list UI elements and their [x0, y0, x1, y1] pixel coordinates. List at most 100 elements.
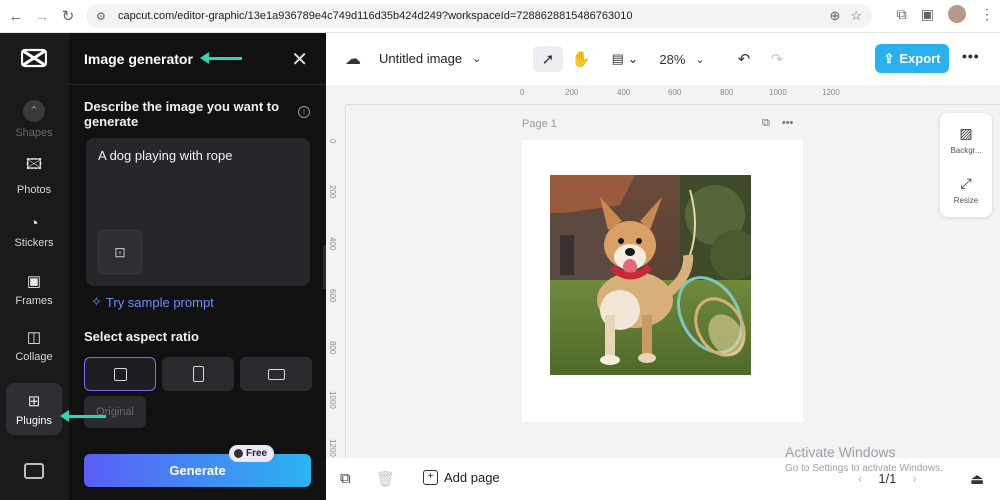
redo-icon[interactable]: ↷: [767, 46, 787, 72]
prompt-text: A dog playing with rope: [98, 148, 233, 163]
info-icon[interactable]: i: [298, 106, 310, 118]
more-options-icon[interactable]: •••: [962, 48, 980, 64]
image-icon: 🖾: [25, 156, 43, 173]
activate-windows-watermark: Activate Windows Go to Settings to activ…: [785, 444, 943, 474]
prompt-textarea[interactable]: A dog playing with rope ⊡: [86, 138, 310, 286]
aspect-ratio-label: Select aspect ratio: [84, 329, 199, 344]
zoom-value: 28%: [659, 51, 686, 67]
rail-item-plugins[interactable]: ⊞ Plugins: [6, 383, 62, 435]
aspect-ratio-square[interactable]: [84, 357, 156, 391]
zoom-icon[interactable]: ⊕: [829, 8, 840, 24]
page-more-icon[interactable]: •••: [782, 117, 794, 130]
chevron-down-icon: ⌄: [695, 53, 705, 66]
image-generator-panel: Image generator ✕ Describe the image you…: [69, 33, 326, 500]
reload-icon[interactable]: ↻: [55, 3, 81, 29]
resize-tool[interactable]: ⤢ Resize: [940, 175, 992, 205]
export-button[interactable]: ⇪ Export: [875, 44, 949, 73]
layout-menu-icon[interactable]: ▤ ⌄: [608, 46, 642, 72]
editor-toolbar: ☁ Untitled image ⌄ ➚ ✋ ▤ ⌄ 28% ⌄ ↶ ↷ ⇪ E…: [326, 33, 1000, 85]
aspect-ratio-portrait[interactable]: [162, 357, 234, 391]
add-image-icon: ⊡: [114, 243, 126, 260]
site-settings-icon[interactable]: ⚙: [96, 10, 112, 23]
add-reference-image-button[interactable]: ⊡: [98, 230, 142, 274]
ruler-tick: 200: [328, 185, 337, 199]
url-text: capcut.com/editor-graphic/13e1a936789e4c…: [118, 10, 633, 22]
resize-icon: ⤢: [960, 175, 972, 191]
background-tool[interactable]: ▨ Backgr...: [940, 125, 992, 155]
ruler-tick: 1000: [769, 88, 787, 97]
capcut-logo[interactable]: [19, 47, 49, 71]
browser-menu-icon[interactable]: ⋮: [980, 6, 994, 23]
ruler-tick: 1200: [328, 439, 337, 457]
sample-prompt-link[interactable]: ✧ Try sample prompt: [91, 294, 214, 310]
profile-avatar[interactable]: [948, 5, 966, 23]
browser-toolbar: ← → ↻ ⚙ capcut.com/editor-graphic/13e1a9…: [0, 0, 1000, 33]
annotation-arrow-title: [200, 52, 242, 64]
rail-item-label: Frames: [15, 294, 53, 307]
horizontal-ruler: 0 200 400 600 800 1000 1200: [346, 85, 1000, 105]
ruler-tick: 1000: [328, 391, 337, 409]
ruler-tick: 600: [328, 289, 337, 303]
select-tool-icon[interactable]: ➚: [533, 46, 563, 72]
forward-icon[interactable]: →: [29, 3, 55, 29]
duplicate-icon[interactable]: ⧉: [340, 470, 351, 487]
ruler-tick: 400: [617, 88, 631, 97]
free-badge-label: Free: [246, 448, 268, 459]
activate-windows-title: Activate Windows: [785, 444, 896, 460]
aspect-ratio-landscape[interactable]: [240, 357, 312, 391]
vertical-ruler: 0 200 400 600 800 1000 1200: [326, 105, 346, 458]
close-icon[interactable]: ✕: [291, 47, 308, 72]
ruler-tick: 200: [565, 88, 579, 97]
frame-icon: ▣: [26, 272, 42, 290]
zoom-dropdown[interactable]: 28% ⌄: [654, 46, 710, 72]
rail-item-label: Plugins: [15, 414, 53, 427]
duplicate-page-icon[interactable]: ⧉: [762, 117, 770, 130]
bookmark-star-icon[interactable]: ☆: [850, 8, 862, 24]
coin-icon: [234, 449, 243, 458]
document-title-text: Untitled image: [379, 51, 463, 66]
ruler-tick: 800: [328, 341, 337, 355]
rail-item-shapes[interactable]: ⌃ Shapes: [6, 93, 62, 145]
rail-item-photos[interactable]: 🖾 Photos: [6, 149, 62, 201]
page-tools: ⧉ •••: [762, 117, 793, 130]
rail-item-label: Stickers: [14, 237, 54, 249]
generate-button[interactable]: Generate: [84, 454, 311, 487]
page-label: Page 1: [522, 118, 557, 130]
layers-icon[interactable]: ⏏: [970, 470, 984, 488]
left-rail: ⌃ Shapes 🖾 Photos ◔ Stickers ▣ Frames ◫ …: [0, 33, 69, 500]
ruler-tick: 0: [520, 88, 525, 97]
portrait-ratio-icon: [192, 366, 204, 382]
aspect-ratio-original[interactable]: Original: [84, 396, 146, 428]
side-tool-label: Backgr...: [950, 146, 982, 155]
annotation-arrow-plugins: [60, 410, 106, 422]
extensions-icon[interactable]: ⧉: [897, 6, 907, 23]
square-ratio-icon: [113, 367, 127, 381]
undo-icon[interactable]: ↶: [734, 46, 754, 72]
generated-dog-image[interactable]: [550, 175, 751, 375]
side-panel-icon[interactable]: ▣: [921, 6, 934, 23]
rail-item-collage[interactable]: ◫ Collage: [6, 319, 62, 371]
canvas-side-tools: ▨ Backgr... ⤢ Resize: [940, 113, 992, 217]
keyboard-icon[interactable]: [24, 463, 44, 479]
sparkle-icon: ✧: [91, 294, 102, 309]
rail-item-stickers[interactable]: ◔ Stickers: [6, 206, 62, 258]
app-root: ← → ↻ ⚙ capcut.com/editor-graphic/13e1a9…: [0, 0, 1000, 500]
aspect-ratio-options: [84, 357, 312, 391]
plugins-grid-icon: ⊞: [27, 392, 41, 410]
rail-item-label: Photos: [16, 184, 52, 196]
add-page-icon: +: [423, 470, 438, 485]
add-page-button[interactable]: + Add page: [423, 470, 500, 485]
free-badge: Free: [229, 445, 275, 462]
hand-tool-icon[interactable]: ✋: [568, 46, 594, 72]
rail-item-label: Collage: [15, 350, 53, 363]
canvas-page[interactable]: [522, 140, 803, 422]
panel-title: Image generator: [84, 51, 193, 67]
address-bar[interactable]: ⚙ capcut.com/editor-graphic/13e1a936789e…: [86, 4, 872, 28]
cloud-save-icon[interactable]: ☁: [345, 49, 361, 69]
back-icon[interactable]: ←: [3, 3, 29, 29]
rail-item-frames[interactable]: ▣ Frames: [6, 263, 62, 315]
activate-windows-subtitle: Go to Settings to activate Windows.: [785, 463, 943, 474]
delete-icon[interactable]: 🗑: [376, 470, 395, 488]
rail-item-label: Shapes: [15, 126, 53, 139]
document-title[interactable]: Untitled image ⌄: [379, 51, 481, 66]
